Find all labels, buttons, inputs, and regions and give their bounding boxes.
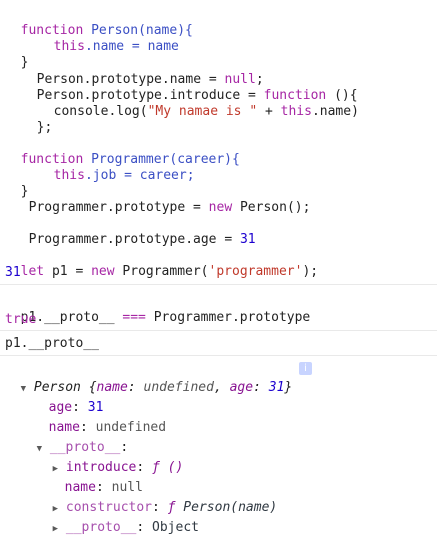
property-value: ƒ (): [152, 460, 184, 475]
property-value: Object: [152, 520, 199, 535]
code-text: Programmer.prototype: [145, 310, 311, 325]
code-line-6: console.log("My namae is " + this.name): [38, 82, 359, 122]
console-result-31: 31: [5, 265, 21, 280]
console-divider: [0, 355, 437, 356]
expand-triangle-icon[interactable]: ▼: [21, 384, 26, 394]
preview-key: age: [229, 380, 254, 395]
code-text: .name): [311, 104, 359, 119]
string-literal: 'programmer': [208, 264, 303, 279]
collapsed-triangle-icon[interactable]: ▶: [53, 524, 58, 534]
console-result-true: true: [5, 312, 37, 327]
code-text: );: [302, 264, 319, 279]
info-icon[interactable]: i: [299, 362, 312, 375]
operator-strict-equal: ===: [122, 310, 146, 325]
preview-value: undefined: [143, 380, 214, 395]
keyword-this: this: [280, 104, 312, 119]
console-input-compare[interactable]: p1.__proto__ === Programmer.prototype: [5, 288, 311, 328]
code-text: Programmer(: [114, 264, 209, 279]
property-key: __proto__: [65, 520, 137, 535]
keyword-new: new: [91, 264, 115, 279]
console-divider: [0, 330, 437, 331]
code-text: +: [257, 104, 281, 119]
console-divider: [0, 284, 437, 285]
tree-proto-object[interactable]: ▶ __proto__: Object: [37, 498, 199, 539]
string-literal: "My namae is ": [147, 104, 258, 119]
code-text: p1 =: [44, 264, 92, 279]
console-input-proto[interactable]: p1.__proto__: [5, 334, 99, 354]
code-line-16: let p1 = new Programmer('programmer');: [5, 242, 318, 282]
code-text: console.log(: [53, 104, 148, 119]
preview-brace: }: [284, 380, 293, 395]
keyword-let: let: [20, 264, 45, 279]
preview-value: 31: [268, 380, 285, 395]
